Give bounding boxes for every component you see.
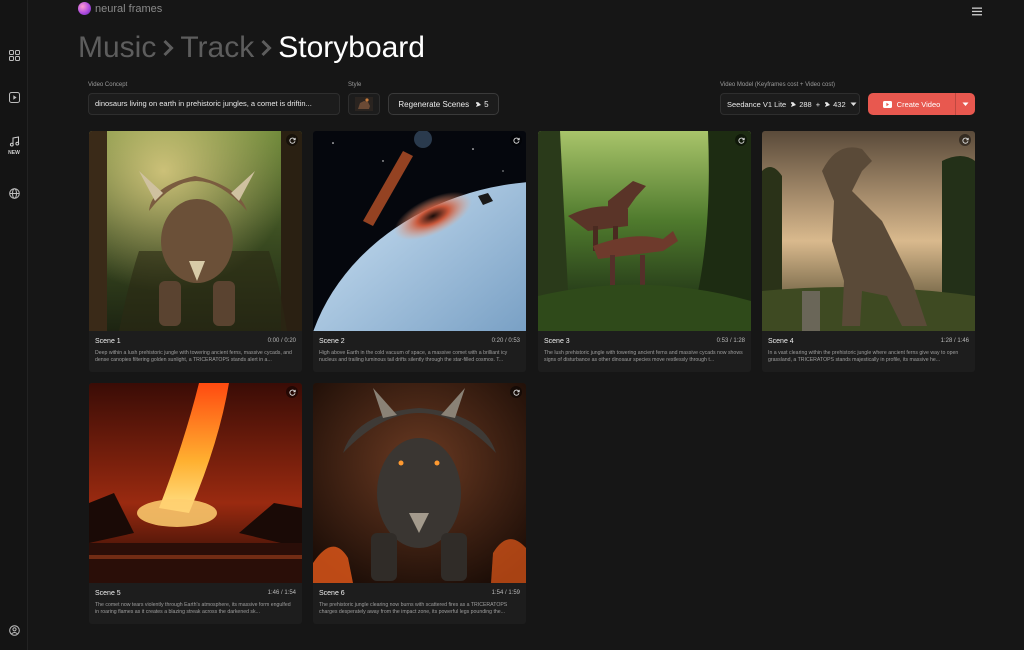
regenerate-cost: 5 bbox=[475, 99, 489, 109]
credit-icon bbox=[791, 101, 797, 107]
scene-card-3[interactable]: Scene 3 0:53 / 1:28 The lush prehistoric… bbox=[538, 131, 751, 372]
grid-icon[interactable] bbox=[4, 45, 24, 65]
refresh-icon bbox=[512, 137, 520, 144]
scene-card-5[interactable]: Scene 5 1:46 / 1:54 The comet now tears … bbox=[89, 383, 302, 624]
scene-3-description[interactable]: The lush prehistoric jungle with towerin… bbox=[544, 350, 745, 365]
regenerate-label: Regenerate Scenes bbox=[398, 99, 470, 109]
regenerate-scene-4-button[interactable] bbox=[959, 134, 971, 146]
create-video-main[interactable]: Create Video bbox=[868, 93, 955, 115]
scene-6-time: 1:54 / 1:59 bbox=[491, 590, 520, 596]
scene-5-time: 1:46 / 1:54 bbox=[267, 590, 296, 596]
refresh-icon bbox=[288, 137, 296, 144]
keyframe-cost: 288 bbox=[790, 100, 812, 109]
scene-1-time: 0:00 / 0:20 bbox=[267, 338, 296, 344]
create-video-label: Create Video bbox=[896, 99, 941, 109]
breadcrumb-music[interactable]: Music bbox=[78, 31, 156, 65]
regenerate-scene-1-button[interactable] bbox=[286, 134, 298, 146]
style-picker-button[interactable] bbox=[348, 93, 380, 115]
create-video-button[interactable]: Create Video bbox=[868, 93, 975, 115]
video-model-select[interactable]: Seedance V1 Lite 288 + 432 bbox=[720, 93, 860, 115]
scene-card-2[interactable]: Scene 2 0:20 / 0:53 High above Earth in … bbox=[313, 131, 526, 372]
scene-card-1[interactable]: Scene 1 0:00 / 0:20 Deep within a lush p… bbox=[89, 131, 302, 372]
scene-3-image[interactable] bbox=[538, 131, 751, 331]
video-model-value: Seedance V1 Lite bbox=[727, 99, 787, 109]
chevron-right-icon bbox=[162, 39, 174, 57]
scene-6-description[interactable]: The prehistoric jungle clearing now burn… bbox=[319, 602, 520, 617]
keyframe-cost-value: 288 bbox=[799, 99, 812, 109]
sidebar: NEW bbox=[0, 0, 28, 650]
video-model-label: Video Model (Keyframes cost + Video cost… bbox=[720, 82, 836, 88]
scene-3-title: Scene 3 bbox=[544, 338, 570, 345]
video-cost: 432 bbox=[824, 100, 846, 109]
credit-icon bbox=[476, 101, 482, 107]
scene-3-time: 0:53 / 1:28 bbox=[716, 338, 745, 344]
scene-4-description[interactable]: In a vast clearing within the prehistori… bbox=[768, 350, 969, 365]
scene-1-title: Scene 1 bbox=[95, 338, 121, 345]
create-options-dropdown[interactable] bbox=[955, 93, 975, 115]
style-thumbnail bbox=[355, 97, 373, 111]
scene-6-image[interactable] bbox=[313, 383, 526, 583]
scene-2-time: 0:20 / 0:53 bbox=[491, 338, 520, 344]
refresh-icon bbox=[737, 137, 745, 144]
style-label: Style bbox=[348, 82, 362, 88]
regenerate-scene-6-button[interactable] bbox=[510, 386, 522, 398]
regenerate-scenes-button[interactable]: Regenerate Scenes 5 bbox=[388, 93, 499, 115]
cost-plus: + bbox=[815, 99, 821, 109]
scene-5-image[interactable] bbox=[89, 383, 302, 583]
scene-6-title: Scene 6 bbox=[319, 590, 345, 597]
refresh-icon bbox=[512, 389, 520, 396]
regenerate-scene-5-button[interactable] bbox=[286, 386, 298, 398]
video-icon bbox=[882, 100, 892, 108]
new-badge: NEW bbox=[8, 150, 20, 156]
scene-card-4[interactable]: Scene 4 1:28 / 1:46 In a vast clearing w… bbox=[762, 131, 975, 372]
video-concept-label: Video Concept bbox=[88, 82, 128, 88]
chevron-down-icon bbox=[850, 100, 857, 109]
regenerate-scene-3-button[interactable] bbox=[735, 134, 747, 146]
top-bar: neural frames bbox=[28, 0, 1024, 18]
user-circle-icon[interactable] bbox=[4, 620, 24, 640]
scene-1-description[interactable]: Deep within a lush prehistoric jungle wi… bbox=[95, 350, 296, 365]
refresh-icon bbox=[288, 389, 296, 396]
regenerate-cost-value: 5 bbox=[484, 99, 489, 109]
scene-5-description[interactable]: The comet now tears violently through Ea… bbox=[95, 602, 296, 617]
app-name: neural frames bbox=[95, 2, 163, 15]
scene-5-title: Scene 5 bbox=[95, 590, 121, 597]
scene-card-6[interactable]: Scene 6 1:54 / 1:59 The prehistoric jung… bbox=[313, 383, 526, 624]
globe-icon[interactable] bbox=[4, 183, 24, 203]
scene-4-image[interactable] bbox=[762, 131, 975, 331]
app-logo[interactable]: neural frames bbox=[78, 2, 162, 15]
scene-1-image[interactable] bbox=[89, 131, 302, 331]
play-square-icon[interactable] bbox=[4, 87, 24, 107]
scene-4-title: Scene 4 bbox=[768, 338, 794, 345]
regenerate-scene-2-button[interactable] bbox=[510, 134, 522, 146]
breadcrumb-storyboard: Storyboard bbox=[278, 31, 425, 64]
video-cost-value: 432 bbox=[833, 99, 846, 109]
breadcrumb: Music Track Storyboard bbox=[78, 28, 425, 68]
chevron-down-icon bbox=[962, 102, 969, 106]
scene-2-description[interactable]: High above Earth in the cold vacuum of s… bbox=[319, 350, 520, 365]
credit-icon bbox=[825, 101, 831, 107]
scene-2-image[interactable] bbox=[313, 131, 526, 331]
hamburger-menu-icon[interactable] bbox=[972, 3, 982, 21]
music-note-icon[interactable] bbox=[4, 131, 24, 151]
breadcrumb-track[interactable]: Track bbox=[180, 31, 254, 65]
video-concept-input[interactable]: dinosaurs living on earth in prehistoric… bbox=[88, 93, 340, 115]
chevron-right-icon bbox=[260, 39, 272, 57]
scene-2-title: Scene 2 bbox=[319, 338, 345, 345]
refresh-icon bbox=[961, 137, 969, 144]
logo-icon bbox=[78, 2, 91, 15]
scene-4-time: 1:28 / 1:46 bbox=[940, 338, 969, 344]
